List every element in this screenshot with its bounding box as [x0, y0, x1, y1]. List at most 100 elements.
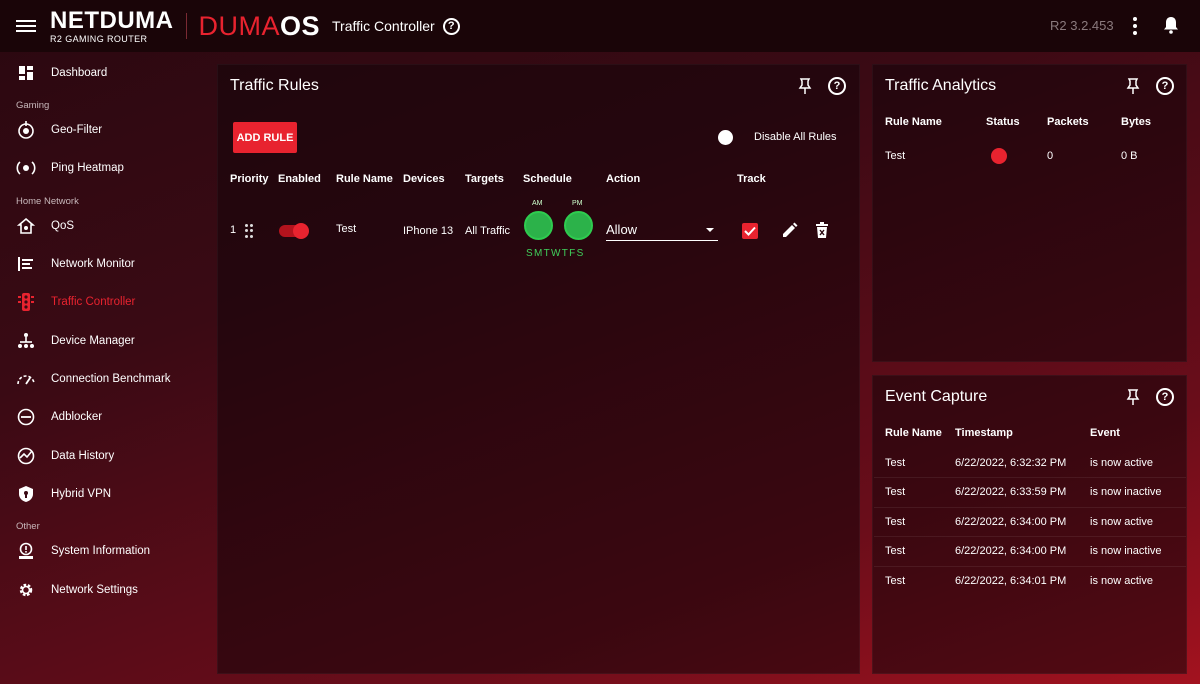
rule-priority: 1 [230, 224, 237, 236]
sidebar-item-traffic-controller[interactable]: Traffic Controller [0, 285, 204, 319]
adblocker-icon [16, 407, 36, 427]
schedule-pm-label: PM [572, 200, 583, 207]
sidebar-item-label: Connection Benchmark [51, 373, 171, 385]
help-icon[interactable]: ? [828, 77, 846, 95]
schedule-am-clock[interactable] [524, 211, 553, 240]
event-timestamp: 6/22/2022, 6:34:01 PM [955, 575, 1067, 587]
schedule-am-label: AM [532, 200, 543, 207]
rule-devices: IPhone 13 [403, 225, 454, 237]
netduma-logo: NETDUMA R2 GAMING ROUTER [50, 6, 174, 44]
rule-enabled-toggle[interactable] [279, 223, 309, 239]
device-manager-icon [16, 331, 36, 351]
event-timestamp: 6/22/2022, 6:34:00 PM [955, 545, 1067, 557]
row-divider [874, 536, 1186, 537]
column-header-track: Track [737, 173, 766, 185]
event-text: is now inactive [1090, 486, 1162, 498]
sidebar-item-label: Device Manager [51, 335, 135, 347]
column-header-action: Action [606, 173, 641, 185]
duma-text: DUMA [198, 10, 280, 41]
sidebar-item-network-settings[interactable]: Network Settings [0, 573, 204, 607]
event-text: is now active [1090, 575, 1153, 587]
disable-all-rules-toggle[interactable] [718, 130, 733, 145]
analytics-rule-name: Test [885, 150, 906, 162]
sidebar-item-adblocker[interactable]: Adblocker [0, 400, 204, 434]
sidebar-item-dashboard[interactable]: Dashboard [0, 56, 204, 90]
data-history-icon [16, 446, 36, 466]
sidebar-item-hybrid-vpn[interactable]: Hybrid VPN [0, 477, 204, 511]
brand-divider [185, 13, 187, 39]
event-rule: Test [885, 575, 906, 587]
event-text: is now active [1090, 457, 1153, 469]
section-gaming: Gaming [16, 100, 50, 111]
sidebar-item-system-information[interactable]: System Information [0, 534, 204, 568]
sidebar-item-device-manager[interactable]: Device Manager [0, 324, 204, 358]
schedule-pm-clock[interactable] [564, 211, 593, 240]
page-help-icon[interactable]: ? [442, 17, 460, 35]
column-header-schedule: Schedule [523, 173, 572, 185]
system-info-icon [16, 541, 36, 561]
column-header-timestamp: Timestamp [955, 427, 1013, 439]
add-rule-button[interactable]: ADD RULE [233, 122, 297, 153]
network-monitor-icon [16, 254, 36, 274]
sidebar-item-label: System Information [51, 545, 151, 557]
sidebar-item-ping-heatmap[interactable]: Ping Heatmap [0, 151, 204, 185]
traffic-analytics-panel [872, 64, 1187, 362]
os-text: OS [280, 10, 321, 41]
dashboard-icon [16, 63, 36, 83]
row-divider [874, 477, 1186, 478]
event-capture-title: Event Capture [885, 388, 988, 405]
drag-handle-icon[interactable] [245, 224, 253, 238]
sidebar-item-label: Data History [51, 450, 115, 462]
delete-icon[interactable] [815, 222, 829, 239]
sidebar-item-geo-filter[interactable]: Geo-Filter [0, 113, 204, 147]
column-header-packets: Packets [1047, 116, 1089, 128]
row-divider [874, 566, 1186, 567]
event-rule: Test [885, 516, 906, 528]
sidebar-item-connection-benchmark[interactable]: Connection Benchmark [0, 362, 204, 396]
help-icon[interactable]: ? [1156, 388, 1174, 406]
sidebar-item-label: Traffic Controller [51, 296, 136, 308]
column-header-event: Event [1090, 427, 1120, 439]
sidebar-item-label: Network Monitor [51, 258, 135, 270]
help-icon[interactable]: ? [1156, 77, 1174, 95]
column-header-enabled: Enabled [278, 173, 321, 185]
sidebar-item-qos[interactable]: QoS [0, 209, 204, 243]
sidebar-item-label: Hybrid VPN [51, 488, 112, 500]
action-select[interactable]: Allow [606, 222, 718, 241]
sidebar: Dashboard Gaming Geo-Filter Ping Heatmap… [0, 52, 204, 684]
checkmark-icon [744, 226, 756, 236]
brand-subtitle: R2 GAMING ROUTER [50, 33, 148, 44]
sidebar-item-data-history[interactable]: Data History [0, 439, 204, 473]
chevron-down-icon [706, 228, 714, 232]
column-header-devices: Devices [403, 173, 445, 185]
pin-icon[interactable] [1124, 77, 1142, 95]
menu-icon[interactable] [16, 20, 36, 32]
rule-targets: All Traffic [465, 225, 511, 237]
pin-icon[interactable] [796, 77, 814, 95]
track-checkbox[interactable] [742, 223, 758, 239]
brand-name: NETDUMA [50, 6, 174, 34]
event-timestamp: 6/22/2022, 6:32:32 PM [955, 457, 1067, 469]
sidebar-item-label: Geo-Filter [51, 124, 103, 136]
ping-heatmap-icon [16, 158, 36, 178]
analytics-packets: 0 [1047, 150, 1054, 162]
sidebar-item-network-monitor[interactable]: Network Monitor [0, 247, 204, 281]
traffic-rules-panel [217, 64, 860, 674]
dumaos-logo: DUMAOS [199, 11, 321, 42]
status-indicator [991, 148, 1007, 164]
notifications-bell-icon[interactable] [1163, 16, 1179, 34]
sidebar-item-label: Network Settings [51, 584, 138, 596]
column-header-rule-name: Rule Name [336, 173, 393, 185]
event-timestamp: 6/22/2022, 6:34:00 PM [955, 516, 1067, 528]
row-divider [874, 507, 1186, 508]
event-timestamp: 6/22/2022, 6:33:59 PM [955, 486, 1067, 498]
edit-pencil-icon[interactable] [781, 222, 798, 239]
sidebar-item-label: Adblocker [51, 411, 103, 423]
pin-icon[interactable] [1124, 388, 1142, 406]
column-header-rule-name: Rule Name [885, 116, 942, 128]
more-options-icon[interactable] [1133, 17, 1137, 35]
column-header-bytes: Bytes [1121, 116, 1151, 128]
disable-all-rules-label: Disable All Rules [754, 131, 837, 143]
qos-icon [16, 216, 36, 236]
top-bar: NETDUMA R2 GAMING ROUTER DUMAOS Traffic … [0, 0, 1200, 52]
